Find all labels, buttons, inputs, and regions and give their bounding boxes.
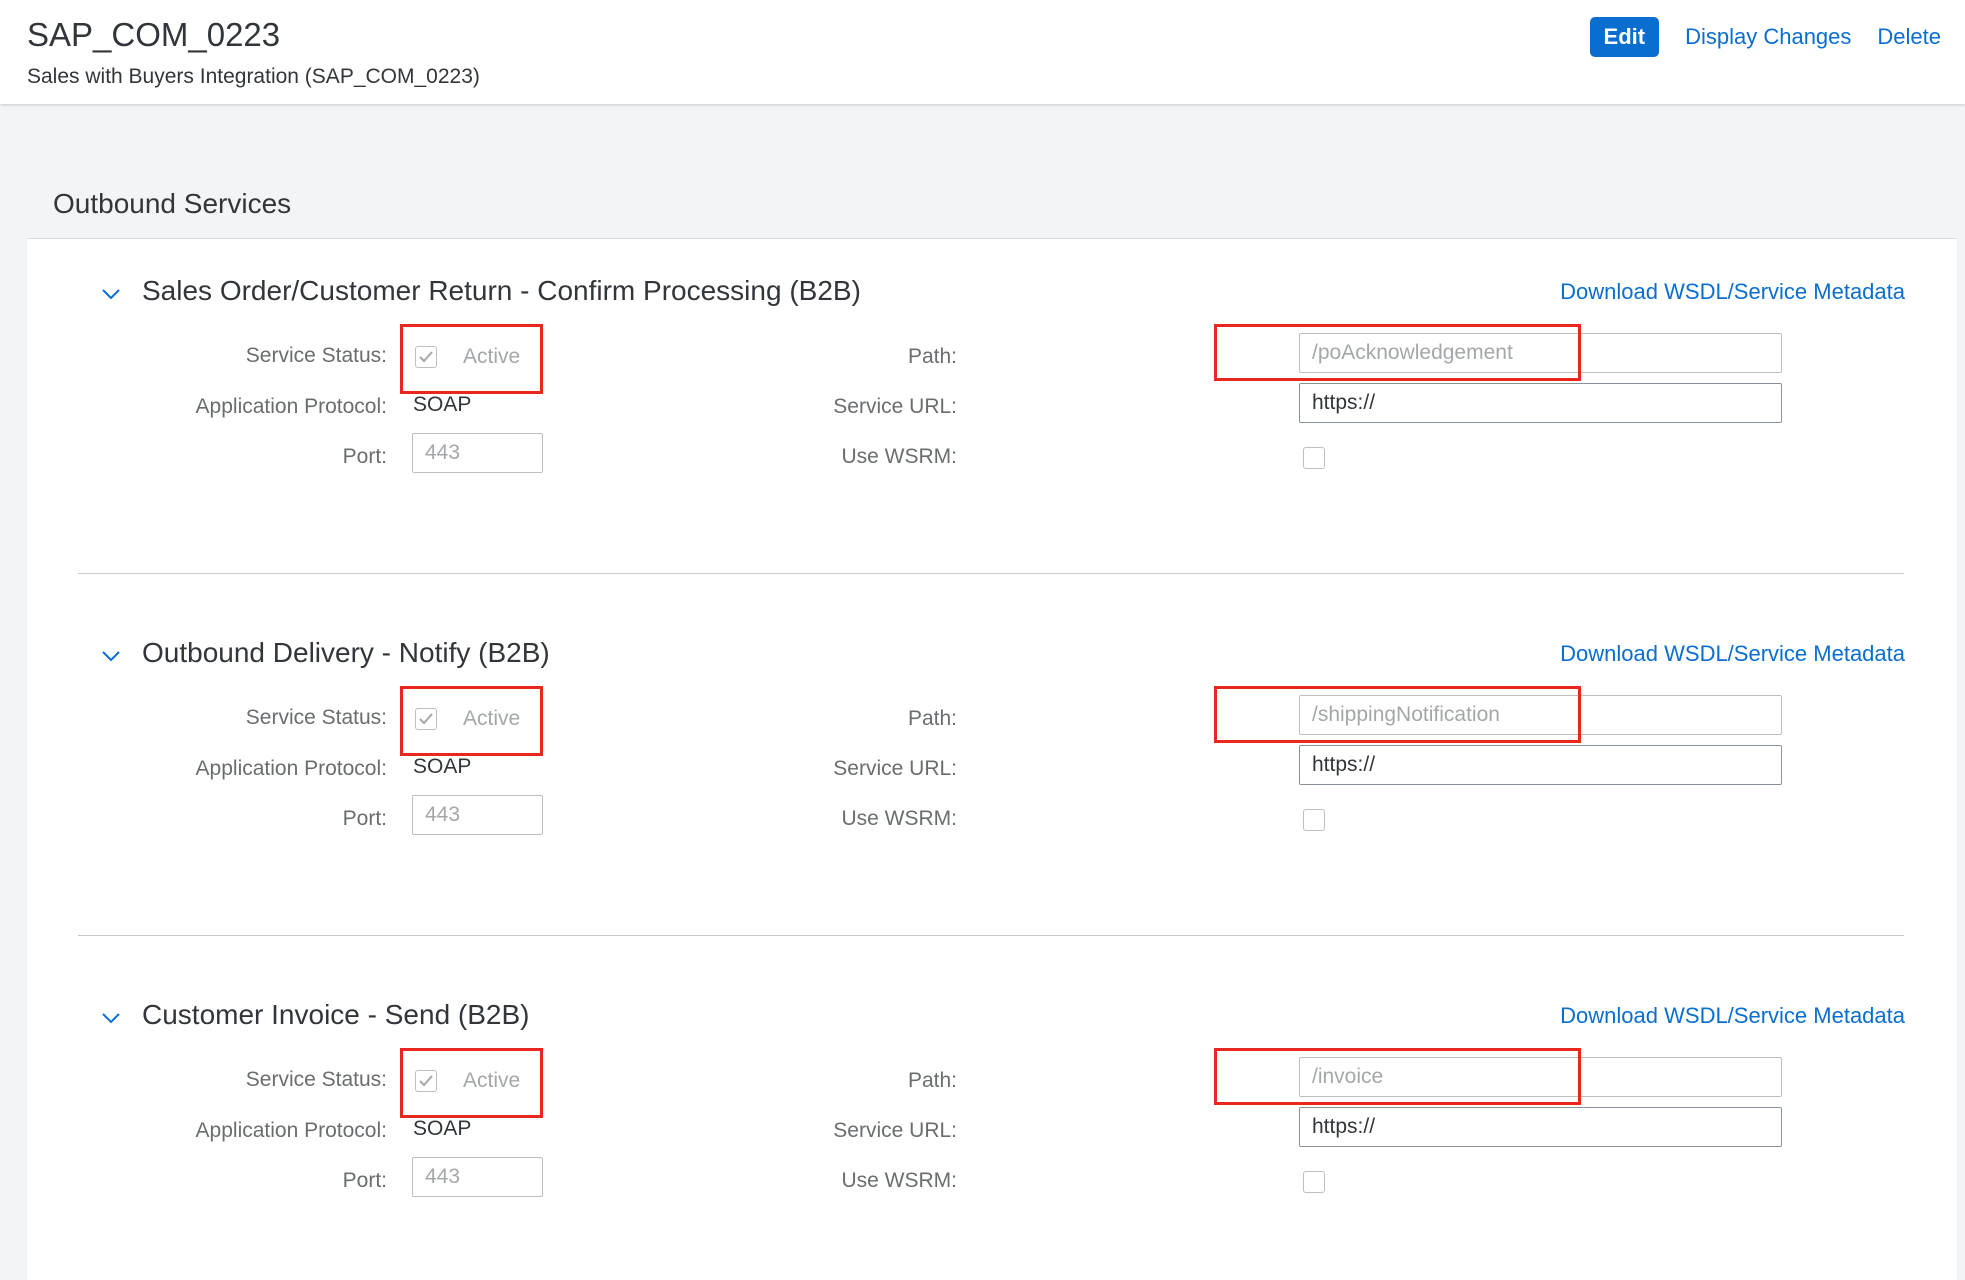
application-protocol-label: Application Protocol: xyxy=(195,1119,387,1142)
service-status-value: Active xyxy=(463,345,521,368)
download-wsdl-link[interactable]: Download WSDL/Service Metadata xyxy=(1560,1003,1905,1029)
download-wsdl-link[interactable]: Download WSDL/Service Metadata xyxy=(1560,279,1905,305)
service-url-input[interactable]: https:// xyxy=(1299,383,1782,423)
port-input[interactable]: 443 xyxy=(412,433,543,473)
port-input[interactable]: 443 xyxy=(412,795,543,835)
use-wsrm-label: Use WSRM: xyxy=(841,445,958,468)
use-wsrm-checkbox[interactable] xyxy=(1303,447,1325,469)
service-title: Sales Order/Customer Return - Confirm Pr… xyxy=(142,275,861,306)
application-protocol-label: Application Protocol: xyxy=(195,757,387,780)
port-label: Port: xyxy=(342,445,387,468)
download-wsdl-link[interactable]: Download WSDL/Service Metadata xyxy=(1560,641,1905,667)
chevron-down-icon[interactable] xyxy=(99,644,123,668)
port-label: Port: xyxy=(342,807,387,830)
port-label: Port: xyxy=(342,1169,387,1192)
page-subtitle: Sales with Buyers Integration (SAP_COM_0… xyxy=(27,65,480,88)
service-status-label: Service Status: xyxy=(245,706,387,729)
application-protocol-value: SOAP xyxy=(413,1117,472,1140)
application-protocol-label: Application Protocol: xyxy=(195,395,387,418)
page-title: SAP_COM_0223 xyxy=(27,16,281,53)
object-page-header: SAP_COM_0223 Sales with Buyers Integrati… xyxy=(0,0,1965,104)
port-input[interactable]: 443 xyxy=(412,1157,543,1197)
service-status-value: Active xyxy=(463,1069,521,1092)
delete-button[interactable]: Delete xyxy=(1877,24,1941,50)
service-url-label: Service URL: xyxy=(833,1119,957,1142)
service-title: Outbound Delivery - Notify (B2B) xyxy=(142,637,550,668)
service-url-input[interactable]: https:// xyxy=(1299,1107,1782,1147)
path-input[interactable]: /poAcknowledgement xyxy=(1299,333,1782,373)
service-status-value: Active xyxy=(463,707,521,730)
path-input[interactable]: /shippingNotification xyxy=(1299,695,1782,735)
service-status-checkbox xyxy=(415,346,437,368)
application-protocol-value: SOAP xyxy=(413,393,472,416)
chevron-down-icon[interactable] xyxy=(99,1006,123,1030)
section-title: Outbound Services xyxy=(53,188,292,219)
service-url-label: Service URL: xyxy=(833,395,957,418)
service-status-label: Service Status: xyxy=(245,344,387,367)
use-wsrm-checkbox[interactable] xyxy=(1303,1171,1325,1193)
header-actions: Edit Display Changes Delete xyxy=(1589,17,1941,57)
path-label: Path: xyxy=(907,1069,957,1092)
service-panel: Sales Order/Customer Return - Confirm Pr… xyxy=(27,239,1957,602)
path-label: Path: xyxy=(907,345,957,368)
use-wsrm-checkbox[interactable] xyxy=(1303,809,1325,831)
path-input[interactable]: /invoice xyxy=(1299,1057,1782,1097)
service-status-checkbox xyxy=(415,708,437,730)
use-wsrm-label: Use WSRM: xyxy=(841,1169,958,1192)
service-panel: Outbound Delivery - Notify (B2B) Downloa… xyxy=(27,601,1957,964)
divider xyxy=(78,935,1904,936)
outbound-services-content: Sales Order/Customer Return - Confirm Pr… xyxy=(27,238,1957,1280)
application-protocol-value: SOAP xyxy=(413,755,472,778)
path-label: Path: xyxy=(907,707,957,730)
service-status-checkbox xyxy=(415,1070,437,1092)
service-status-label: Service Status: xyxy=(245,1068,387,1091)
edit-button[interactable]: Edit xyxy=(1589,17,1660,57)
service-url-label: Service URL: xyxy=(833,757,957,780)
use-wsrm-label: Use WSRM: xyxy=(841,807,958,830)
display-changes-button[interactable]: Display Changes xyxy=(1685,24,1851,50)
divider xyxy=(78,573,1904,574)
service-url-input[interactable]: https:// xyxy=(1299,745,1782,785)
chevron-down-icon[interactable] xyxy=(99,282,123,306)
service-panel: Customer Invoice - Send (B2B) Download W… xyxy=(27,963,1957,1280)
service-title: Customer Invoice - Send (B2B) xyxy=(142,999,530,1030)
